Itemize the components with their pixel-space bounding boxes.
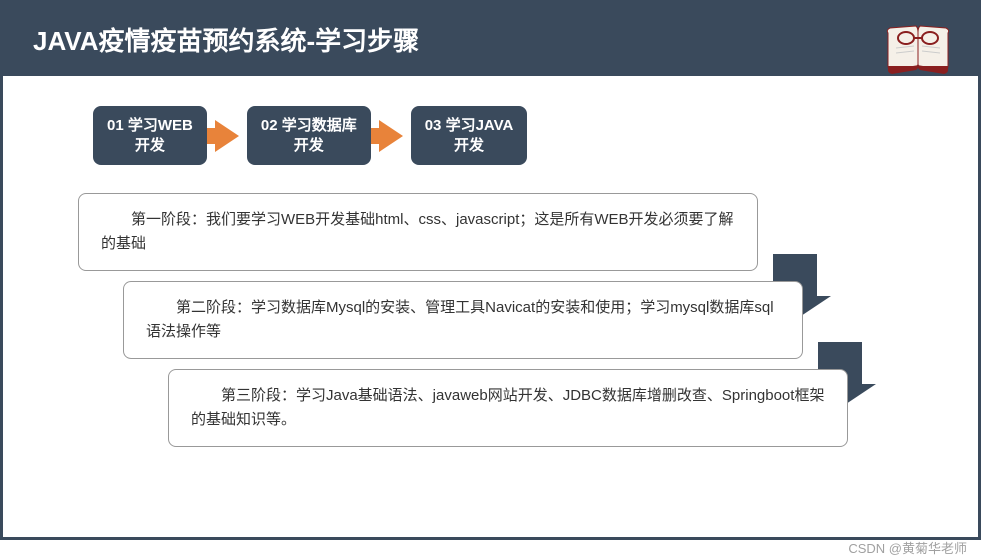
arrow-icon — [215, 120, 239, 152]
phase-2-text: 第二阶段：学习数据库Mysql的安装、管理工具Navicat的安装和使用；学习m… — [146, 299, 774, 340]
phase-3-box: 第三阶段：学习Java基础语法、javaweb网站开发、JDBC数据库增删改查、… — [168, 369, 848, 447]
watermark: CSDN @黄菊华老师 — [848, 538, 967, 557]
steps-row: 01 学习WEB 开发 02 学习数据库 开发 03 学习JAVA 开发 — [93, 106, 918, 165]
step-3-line1: 03 学习JAVA — [425, 116, 514, 136]
step-box-3: 03 学习JAVA 开发 — [411, 106, 528, 165]
phase-1-text: 第一阶段：我们要学习WEB开发基础html、css、javascript；这是所… — [101, 211, 734, 252]
step-2-line2: 开发 — [261, 136, 357, 156]
slide-title: JAVA疫情疫苗预约系统-学习步骤 — [33, 26, 419, 56]
slide-header: JAVA疫情疫苗预约系统-学习步骤 — [3, 3, 978, 76]
phase-2-box: 第二阶段：学习数据库Mysql的安装、管理工具Navicat的安装和使用；学习m… — [123, 281, 803, 359]
phase-1-box: 第一阶段：我们要学习WEB开发基础html、css、javascript；这是所… — [78, 193, 758, 271]
step-2-line1: 02 学习数据库 — [261, 116, 357, 136]
step-3-line2: 开发 — [425, 136, 514, 156]
step-1-line2: 开发 — [107, 136, 193, 156]
step-box-2: 02 学习数据库 开发 — [247, 106, 371, 165]
phase-3-text: 第三阶段：学习Java基础语法、javaweb网站开发、JDBC数据库增删改查、… — [191, 387, 824, 428]
arrow-icon — [379, 120, 403, 152]
step-box-1: 01 学习WEB 开发 — [93, 106, 207, 165]
step-1-line1: 01 学习WEB — [107, 116, 193, 136]
book-icon — [878, 18, 958, 85]
slide-content: 01 学习WEB 开发 02 学习数据库 开发 03 学习JAVA 开发 第一阶… — [3, 76, 978, 477]
slide-container: JAVA疫情疫苗预约系统-学习步骤 01 学习WEB 开发 — [0, 0, 981, 540]
